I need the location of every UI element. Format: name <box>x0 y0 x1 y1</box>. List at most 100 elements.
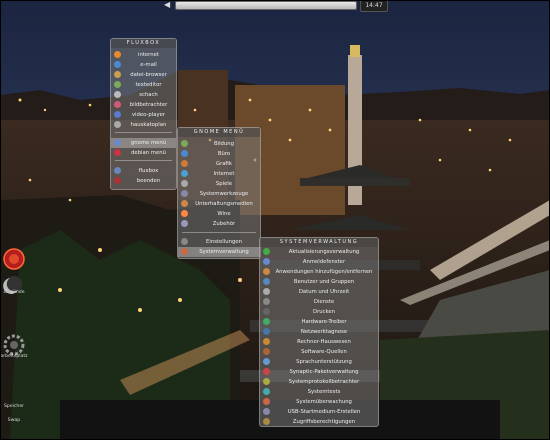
systemverwaltung-menu-item-label: Systemprotokollbetrachter <box>288 379 360 385</box>
systemverwaltung-menu-item-icon <box>263 278 270 285</box>
gnome-menu-lower-item[interactable]: Einstellungen <box>178 237 260 247</box>
gnome-menu-item[interactable]: Spiele <box>178 179 260 189</box>
back-arrow-icon[interactable]: ◀ <box>164 0 170 10</box>
systemverwaltung-menu-item-icon <box>263 338 270 345</box>
systemverwaltung-menu-item-label: Zugriffsberechtigungen <box>292 419 356 425</box>
fluxbox-menu-item[interactable]: texteditor <box>111 80 176 90</box>
gnome-menu-item[interactable]: Büro <box>178 149 260 159</box>
systemverwaltung-menu-item-label: Anwendungen hinzufügen/entfernen <box>275 269 373 275</box>
systemverwaltung-menu-item[interactable]: Benutzer und Gruppen <box>260 277 378 287</box>
systemverwaltung-menu-item[interactable]: Synaptic-Paketverwaltung <box>260 367 378 377</box>
gnome-menu-item-label: Internet <box>213 171 235 177</box>
fluxbox-menu-item-icon <box>114 91 121 98</box>
systemverwaltung-menu-item-icon <box>263 408 270 415</box>
gnome-menu-item[interactable]: Internet <box>178 169 260 179</box>
systemverwaltung-menu-item[interactable]: Dienste <box>260 297 378 307</box>
fluxbox-menu-item[interactable]: schach <box>111 90 176 100</box>
fluxbox-menu-item[interactable]: hauskatoplan <box>111 120 176 130</box>
systemverwaltung-menu-item[interactable]: Systemprotokollbetrachter <box>260 377 378 387</box>
systemverwaltung-menu-item-label: Drucken <box>312 309 336 315</box>
fluxbox-menu-item[interactable]: internet <box>111 50 176 60</box>
gnome-menu-lower-item-icon <box>181 238 188 245</box>
gnome-menu-item[interactable]: Wine <box>178 209 260 219</box>
gnome-menu-item-icon <box>181 170 188 177</box>
fluxbox-menu: FLUXBOX internet e-mail datei-browser texte… <box>110 38 177 190</box>
systemverwaltung-menu-item[interactable]: Systemtests <box>260 387 378 397</box>
gnome-menu-item-icon <box>181 200 188 207</box>
systemverwaltung-menu-item-label: Benutzer und Gruppen <box>293 279 355 285</box>
fluxbox-menu-lower-item-label: debian menü <box>131 150 166 156</box>
dock-swap-widget[interactable]: Swap <box>0 416 28 432</box>
fluxbox-menu-lower-item-icon <box>114 139 121 146</box>
gnome-menu-lower-item[interactable]: Systemverwaltung <box>178 247 260 257</box>
gnome-menu-item[interactable]: Unterhaltungsmedien <box>178 199 260 209</box>
panel-slider-bar[interactable] <box>175 1 357 10</box>
systemverwaltung-menu-item[interactable]: Drucken <box>260 307 378 317</box>
dock-label-swap: Swap <box>7 418 21 423</box>
fluxbox-menu-item-label: hauskatoplan <box>130 122 167 128</box>
fluxbox-menu-lower-item-icon <box>114 149 121 156</box>
systemverwaltung-menu-item-icon <box>263 348 270 355</box>
fluxbox-menu-item-label: e-mail <box>140 62 157 68</box>
fluxbox-menu-bottom-item-icon <box>114 177 121 184</box>
gnome-menu-item[interactable]: Bildung <box>178 139 260 149</box>
systemverwaltung-menu-item[interactable]: Netzwerktagnose <box>260 327 378 337</box>
gnome-menu-item-label: Systemwerkzeuge <box>199 191 249 197</box>
gnome-menu-item-label: Spiele <box>215 181 233 187</box>
fluxbox-menu-item-label: bildbetrachter <box>129 102 168 108</box>
top-panel: ◀ 14:47 <box>160 0 390 12</box>
gnome-menu-item-label: Büro <box>217 151 231 157</box>
gnome-menu-item-icon <box>181 160 188 167</box>
fluxbox-menu-bottom-item[interactable]: fluxbox <box>111 166 176 176</box>
systemverwaltung-menu-item-label: Aktualisierungsverwaltung <box>288 249 360 255</box>
systemverwaltung-menu-item-label: Datum und Uhrzeit <box>298 289 350 295</box>
systemverwaltung-menu-item[interactable]: Sprachunterstützung <box>260 357 378 367</box>
menu-separator <box>115 160 172 161</box>
gnome-menu-item-icon <box>181 150 188 157</box>
fluxbox-menu-bottom-item[interactable]: beenden <box>111 176 176 186</box>
systemverwaltung-menu-item-icon <box>263 298 270 305</box>
systemverwaltung-menu-item-icon <box>263 308 270 315</box>
systemverwaltung-menu-item-icon <box>263 418 270 425</box>
gnome-menu-item[interactable]: Zubehör <box>178 219 260 229</box>
clock: 14:47 <box>360 0 388 12</box>
systemverwaltung-menu-item-label: Sprachunterstützung <box>296 359 352 365</box>
gnome-menu: GNOME MENÜ Bildung Büro Grafik Internet Spie… <box>177 127 261 259</box>
systemverwaltung-menu-item-label: Dienste <box>313 299 335 305</box>
fluxbox-menu-lower-item[interactable]: debian menü <box>111 148 176 158</box>
systemverwaltung-menu-item[interactable]: Anmeldefenster <box>260 257 378 267</box>
systemverwaltung-menu-item-label: Netzwerktagnose <box>300 329 348 335</box>
systemverwaltung-menu-item-label: Systemüberwachung <box>296 399 352 405</box>
fluxbox-menu-item[interactable]: video-player <box>111 110 176 120</box>
fluxbox-menu-item-icon <box>114 81 121 88</box>
fluxbox-menu-lower-item[interactable]: gnome menü <box>111 138 176 148</box>
systemverwaltung-menu-item[interactable]: Software-Quellen <box>260 347 378 357</box>
gnome-menu-item-label: Wine <box>217 211 231 217</box>
fluxbox-menu-item-icon <box>114 121 121 128</box>
systemverwaltung-menu-item[interactable]: Rechner-Hauswesen <box>260 337 378 347</box>
gnome-menu-item[interactable]: Grafik <box>178 159 260 169</box>
dock-monitor-widget[interactable] <box>0 245 28 273</box>
systemverwaltung-menu-item[interactable]: Aktualisierungsverwaltung <box>260 247 378 257</box>
systemverwaltung-menu-item-icon <box>263 318 270 325</box>
systemverwaltung-menu-item[interactable]: Anwendungen hinzufügen/entfernen <box>260 267 378 277</box>
systemverwaltung-menu-item-icon <box>263 368 270 375</box>
systemverwaltung-menu-item[interactable]: USB-Startmedium-Erstellen <box>260 407 378 417</box>
systemverwaltung-menu-item-label: Software-Quellen <box>301 349 347 355</box>
fluxbox-menu-item[interactable]: e-mail <box>111 60 176 70</box>
fluxbox-menu-item[interactable]: datei-browser <box>111 70 176 80</box>
systemverwaltung-menu-item[interactable]: Zugriffsberechtigungen <box>260 417 378 427</box>
gnome-menu-item-label: Zubehör <box>212 221 236 227</box>
systemverwaltung-menu-item-icon <box>263 378 270 385</box>
systemverwaltung-menu-item[interactable]: Datum und Uhrzeit <box>260 287 378 297</box>
gnome-menu-item[interactable]: Systemwerkzeuge <box>178 189 260 199</box>
gnome-menu-lower-item-label: Systemverwaltung <box>199 249 249 255</box>
dock-memory-widget[interactable]: Speicher <box>0 400 28 416</box>
systemverwaltung-menu: SYSTEMVERWALTUNG Aktualisierungsverwaltu… <box>259 237 379 427</box>
systemverwaltung-menu-item[interactable]: Hardware-Treiber <box>260 317 378 327</box>
systemverwaltung-menu-item[interactable]: Systemüberwachung <box>260 397 378 407</box>
fluxbox-menu-item[interactable]: bildbetrachter <box>111 100 176 110</box>
dock-gear-widget[interactable]: arbeitsplatz <box>0 330 28 360</box>
fluxbox-menu-bottom-item-label: fluxbox <box>138 168 159 174</box>
dock-moon-widget[interactable]: zi. günde <box>0 272 28 298</box>
